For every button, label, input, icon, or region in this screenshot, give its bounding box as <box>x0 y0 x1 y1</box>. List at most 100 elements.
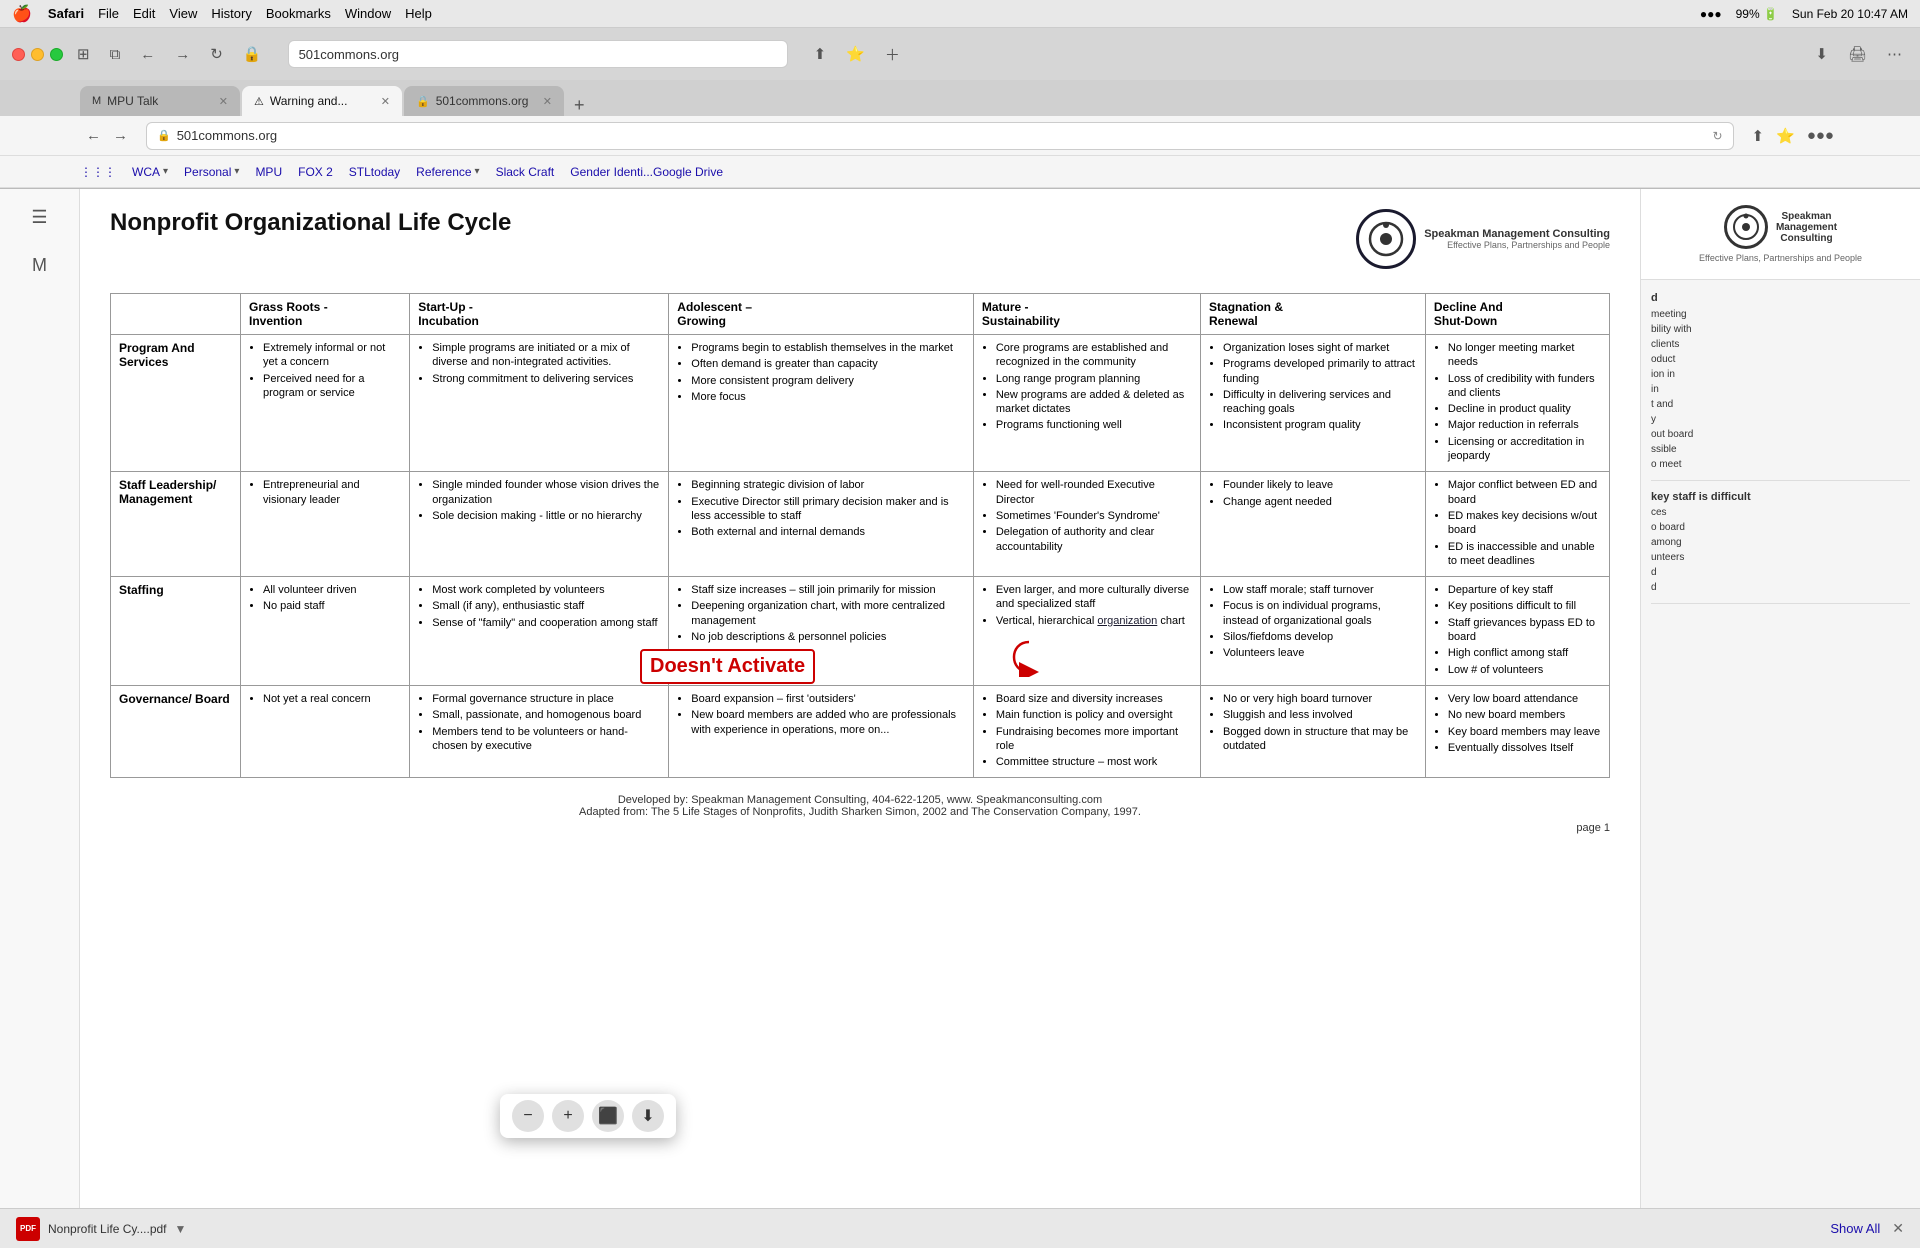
url-text: 501commons.org <box>177 128 277 143</box>
col-header-adolescent: Adolescent –Growing <box>669 294 974 335</box>
row-header-board: Governance/ Board <box>111 685 241 777</box>
cell-staff-startup: Single minded founder whose vision drive… <box>410 472 669 577</box>
address-text: 501commons.org <box>299 47 399 62</box>
tab-warning[interactable]: ⚠ Warning and... ✕ <box>242 86 402 116</box>
browser-chrome: ⊞ ⧉ ← → ↻ 🔒 501commons.org ⬆ ⭐ ＋ ⬇ 🖨 ⋯ M… <box>0 28 1920 189</box>
menu-window[interactable]: Window <box>345 6 391 21</box>
cell-program-startup: Simple programs are initiated or a mix o… <box>410 335 669 472</box>
tab-501-close[interactable]: ✕ <box>543 95 552 108</box>
lifecycle-table: Grass Roots -Invention Start-Up -Incubat… <box>110 293 1610 778</box>
bookmark-stltoday[interactable]: STLtoday <box>349 165 400 179</box>
right-panel: SpeakmanManagementConsulting Effective P… <box>1640 189 1920 1208</box>
zoom-fit-button[interactable]: ⬛ <box>592 1100 624 1132</box>
minimize-window-button[interactable] <box>31 48 44 61</box>
sidebar-menu-button[interactable]: ☰ <box>20 197 60 237</box>
close-window-button[interactable] <box>12 48 25 61</box>
traffic-lights <box>12 48 63 61</box>
menu-view[interactable]: View <box>169 6 197 21</box>
page-number: page 1 <box>110 822 1610 834</box>
address-bar[interactable]: 501commons.org <box>288 40 788 68</box>
nav-forward-button[interactable]: → <box>107 123 134 148</box>
tab-501commons[interactable]: 🔒 501commons.org ✕ <box>404 86 564 116</box>
row-header-program: Program And Services <box>111 335 241 472</box>
cell-board-decline: Very low board attendance No new board m… <box>1425 685 1609 777</box>
tab-warning-icon: ⚠ <box>254 95 264 108</box>
reload-button[interactable]: ↻ <box>204 41 229 67</box>
tab-mpu-close[interactable]: ✕ <box>219 95 228 108</box>
sidebar-home-button[interactable]: M <box>20 245 60 285</box>
nav-share-button[interactable]: ⬆ <box>1746 123 1771 149</box>
menu-edit[interactable]: Edit <box>133 6 155 21</box>
nav-back-button[interactable]: ← <box>80 123 107 148</box>
rp-logo-svg <box>1731 212 1761 242</box>
tab-mpu-talk[interactable]: M MPU Talk ✕ <box>80 86 240 116</box>
red-arrow <box>1004 637 1054 677</box>
tab-add-button[interactable]: + <box>566 95 593 116</box>
nav-more-button[interactable]: ●●● <box>1801 123 1840 148</box>
cell-staff-adolescent: Beginning strategic division of labor Ex… <box>669 472 974 577</box>
cell-staffing-mature: Even larger, and more culturally diverse… <box>973 577 1200 686</box>
new-tab-button[interactable]: ＋ <box>879 40 906 69</box>
back-button[interactable]: ← <box>134 42 161 67</box>
zoom-in-button[interactable]: + <box>552 1100 584 1132</box>
rp-company-info: SpeakmanManagementConsulting <box>1776 211 1837 244</box>
col-header-blank <box>111 294 241 335</box>
footer-adapted-from: Adapted from: The 5 Life Stages of Nonpr… <box>110 806 1610 818</box>
zoom-download-button[interactable]: ⬇ <box>632 1100 664 1132</box>
menu-datetime: Sun Feb 20 10:47 AM <box>1792 7 1908 21</box>
bottom-bar: PDF Nonprofit Life Cy....pdf ▼ Show All … <box>0 1208 1920 1248</box>
apple-menu[interactable]: 🍎 <box>12 4 32 24</box>
url-bar[interactable]: 🔒 501commons.org ↻ <box>146 122 1734 150</box>
pdf-header: Nonprofit Organizational Life Cycle Spea… <box>110 209 1610 269</box>
add-bookmark-button[interactable]: ⭐ <box>840 41 871 67</box>
show-all-button[interactable]: Show All <box>1830 1221 1880 1236</box>
more-options-button[interactable]: ⋯ <box>1881 41 1908 67</box>
zoom-out-button[interactable]: − <box>512 1100 544 1132</box>
forward-button[interactable]: → <box>169 42 196 67</box>
table-row-board: Governance/ Board Not yet a real concern… <box>111 685 1610 777</box>
col-header-startup: Start-Up -Incubation <box>410 294 669 335</box>
menu-file[interactable]: File <box>98 6 119 21</box>
menu-bookmarks[interactable]: Bookmarks <box>266 6 331 21</box>
sidebar-toggle-button[interactable]: ⊞ <box>71 41 96 67</box>
share-button[interactable]: ⬆ <box>808 41 833 67</box>
cell-staffing-stagnation: Low staff morale; staff turnover Focus i… <box>1201 577 1426 686</box>
bookmark-personal[interactable]: Personal ▾ <box>184 165 239 179</box>
print-button[interactable]: 🖨 <box>1842 41 1873 67</box>
bookmark-reference[interactable]: Reference ▾ <box>416 165 479 179</box>
bookmark-gender[interactable]: Gender Identi...Google Drive <box>570 165 723 179</box>
cell-staffing-adolescent: Staff size increases – still join primar… <box>669 577 974 686</box>
col-header-grassroots: Grass Roots -Invention <box>241 294 410 335</box>
tab-warning-close[interactable]: ✕ <box>381 95 390 108</box>
cell-staffing-decline: Departure of key staff Key positions dif… <box>1425 577 1609 686</box>
show-tab-view-button[interactable]: ⧉ <box>104 42 127 67</box>
close-download-bar-button[interactable]: ✕ <box>1892 1220 1904 1237</box>
nav-bookmark-button[interactable]: ⭐ <box>1770 123 1801 149</box>
refresh-icon[interactable]: ↻ <box>1712 129 1722 143</box>
cell-program-decline: No longer meeting market needs Loss of c… <box>1425 335 1609 472</box>
menu-help[interactable]: Help <box>405 6 432 21</box>
col-header-stagnation: Stagnation &Renewal <box>1201 294 1426 335</box>
cell-board-grassroots: Not yet a real concern <box>241 685 410 777</box>
rp-company-name: SpeakmanManagementConsulting <box>1776 211 1837 244</box>
menu-safari[interactable]: Safari <box>48 6 84 21</box>
menu-battery: 99% 🔋 <box>1736 7 1778 21</box>
download-button[interactable]: ⬇ <box>1809 41 1834 67</box>
menu-history[interactable]: History <box>211 6 251 21</box>
pdf-content[interactable]: Nonprofit Organizational Life Cycle Spea… <box>80 189 1640 1208</box>
menu-extras: ●●● <box>1700 7 1722 21</box>
bookmark-wca[interactable]: WCA ▾ <box>132 165 168 179</box>
row-header-staffing: Staffing <box>111 577 241 686</box>
maximize-window-button[interactable] <box>50 48 63 61</box>
bookmark-fox2[interactable]: FOX 2 <box>298 165 333 179</box>
content-area: ☰ M Nonprofit Organizational Life Cycle <box>0 189 1920 1208</box>
bookmark-apps[interactable]: ⋮⋮⋮ <box>80 165 116 179</box>
zoom-toolbar[interactable]: − + ⬛ ⬇ <box>500 1094 676 1138</box>
pdf-file-icon: PDF <box>16 1217 40 1241</box>
cell-staff-stagnation: Founder likely to leave Change agent nee… <box>1201 472 1426 577</box>
row-header-staff: Staff Leadership/ Management <box>111 472 241 577</box>
bookmark-slack[interactable]: Slack Craft <box>496 165 555 179</box>
pdf-logo: Speakman Management Consulting Effective… <box>1356 209 1610 269</box>
bookmark-mpu[interactable]: MPU <box>255 165 282 179</box>
cell-program-adolescent: Programs begin to establish themselves i… <box>669 335 974 472</box>
